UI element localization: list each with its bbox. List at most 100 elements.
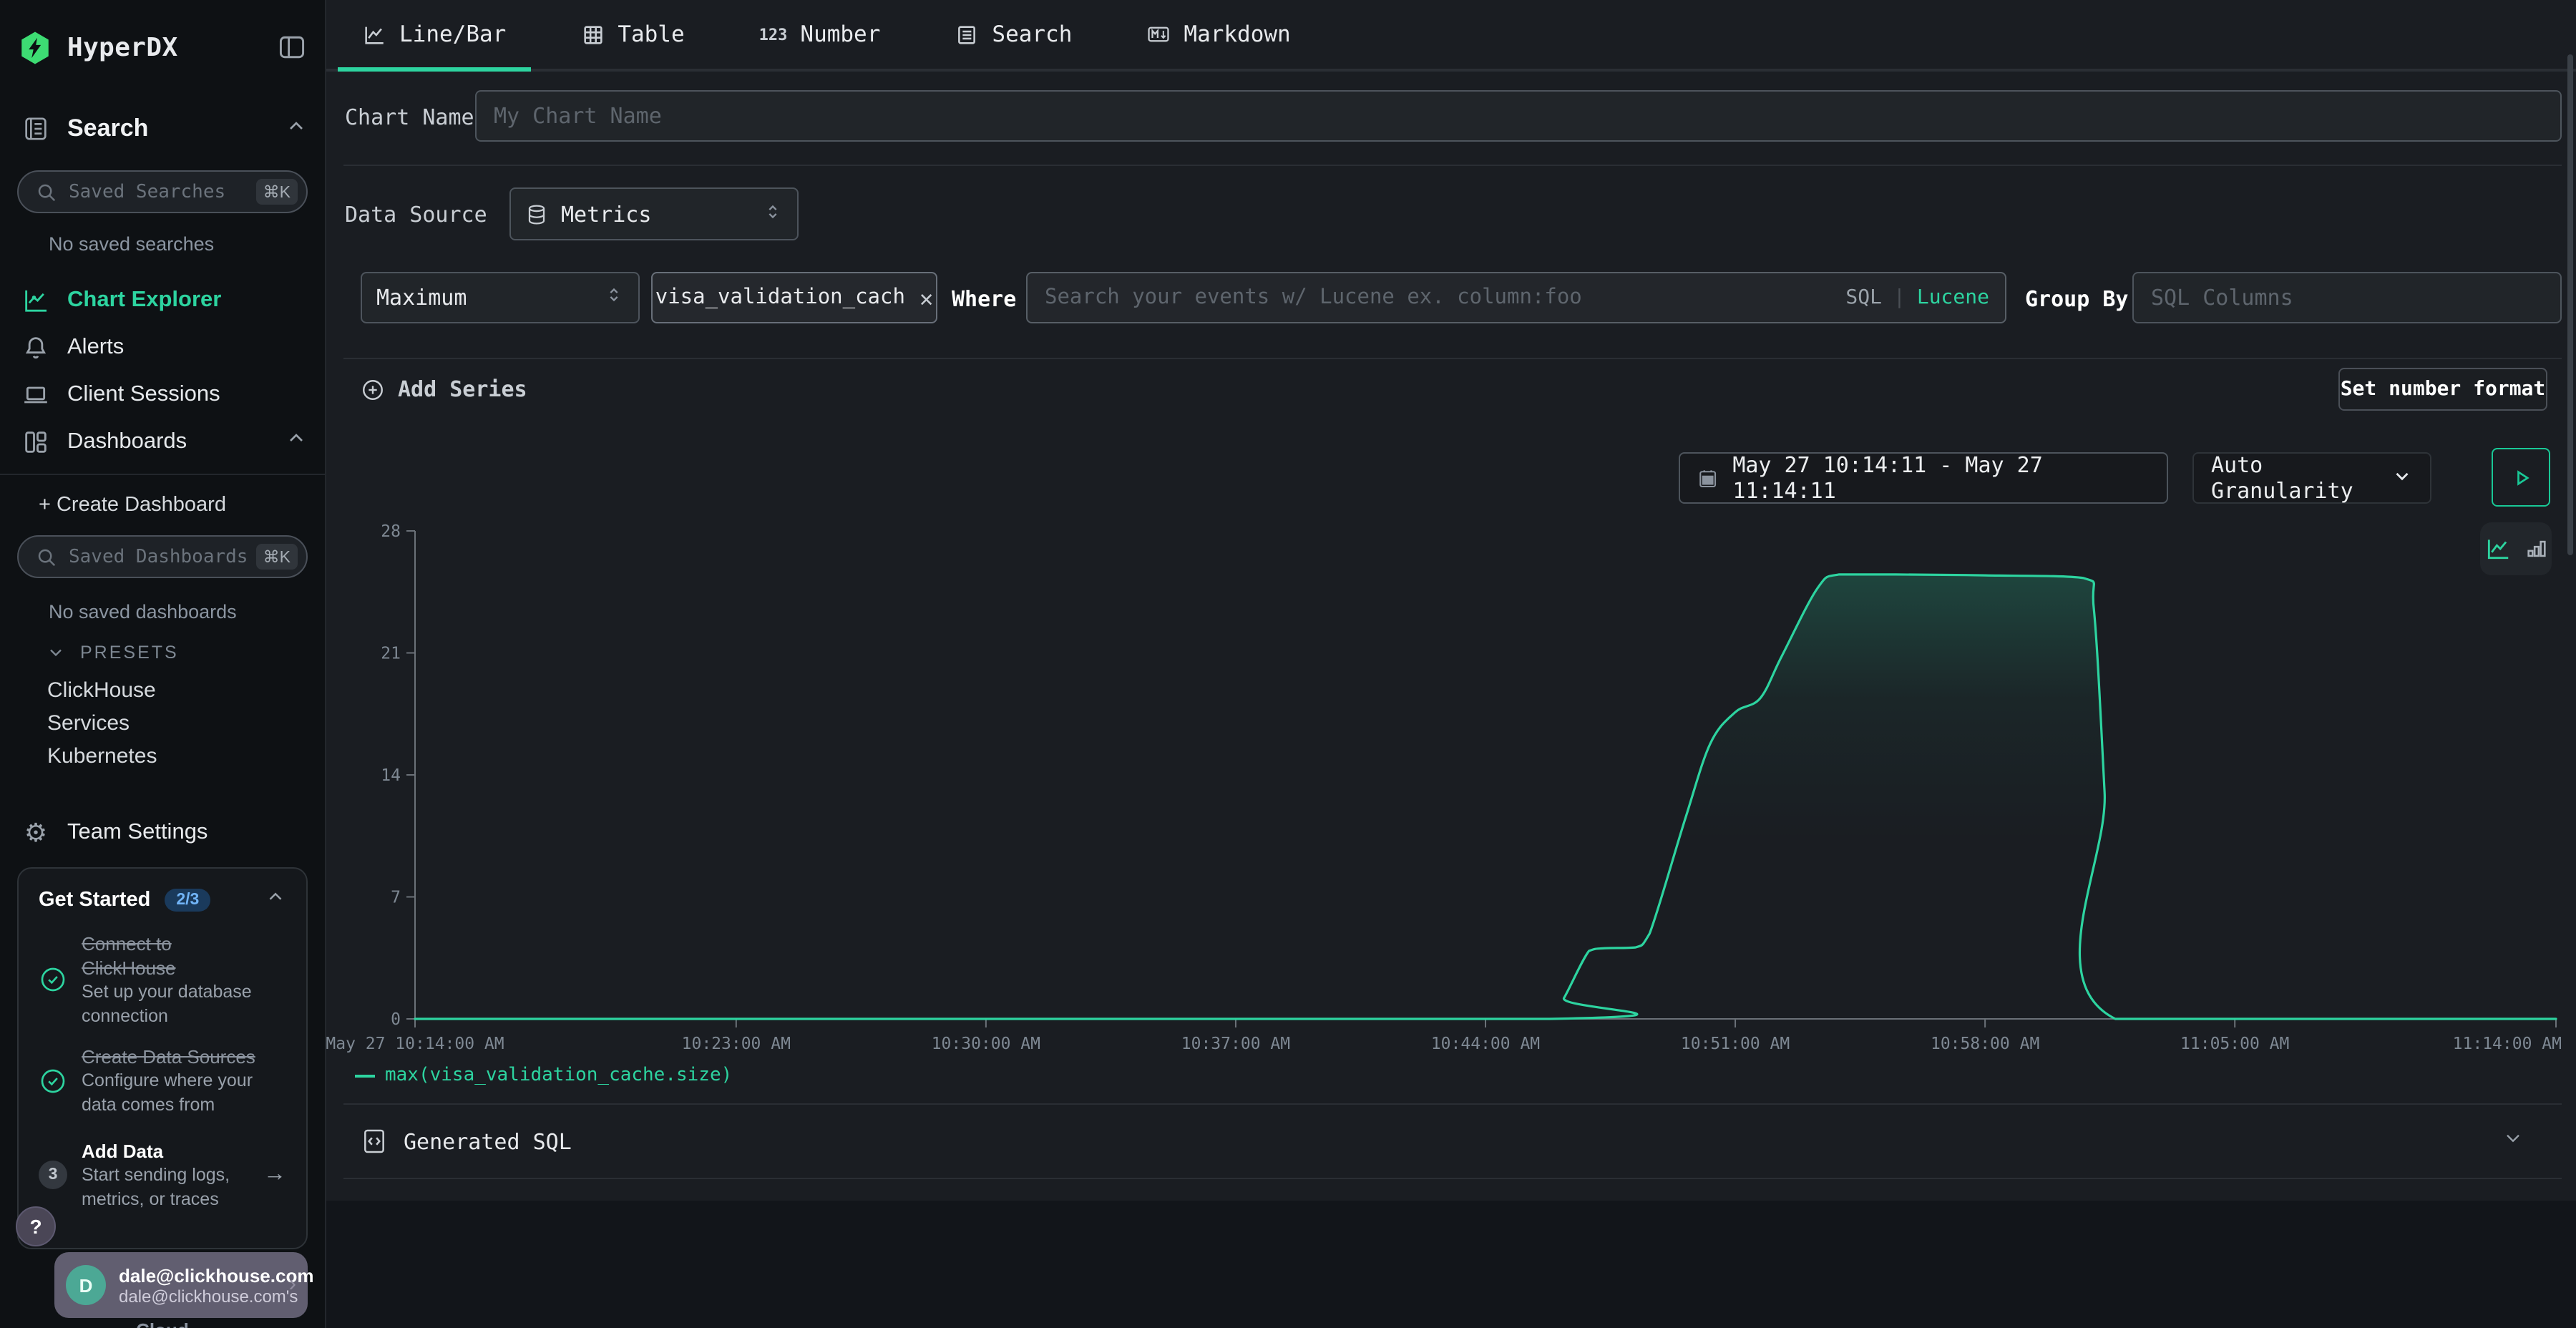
sidebar-item-team-settings[interactable]: ⚙ Team Settings [21,814,308,851]
metric-tag[interactable]: visa_validation_cach ✕ [651,272,937,323]
close-icon[interactable]: ✕ [919,284,933,311]
sidebar-nav: Chart Explorer Alerts Client Sessions Da… [0,276,325,465]
get-started-step-2[interactable]: Create Data Sources Configure where your… [39,1045,286,1116]
help-button[interactable]: ? [16,1206,56,1246]
saved-searches-placeholder: Saved Searches [69,181,256,202]
language-separator: | [1893,286,1906,309]
list-icon [955,22,979,47]
sidebar-item-client-sessions[interactable]: Client Sessions [0,371,325,418]
tab-line-bar[interactable]: Line/Bar [338,0,530,69]
hyperdx-logo-icon [17,29,53,65]
chevron-down-icon [46,643,66,663]
laptop-icon [21,380,50,409]
date-range-picker[interactable]: May 27 10:14:11 - May 27 11:14:11 [1679,452,2168,504]
group-by-input[interactable] [2132,272,2562,323]
step-title: Connect to ClickHouse [82,932,265,980]
legend-line-swatch [355,1074,375,1077]
svg-text:May 27 10:14:00 AM: May 27 10:14:00 AM [326,1035,504,1053]
sidebar-item-chart-explorer[interactable]: Chart Explorer [0,276,325,323]
date-range-value: May 27 10:14:11 - May 27 11:14:11 [1732,452,2150,504]
sql-mode-button[interactable]: SQL [1845,286,1882,309]
set-number-format-button[interactable]: Set number format [2338,368,2547,411]
tab-markdown[interactable]: Markdown [1122,0,1314,69]
tab-label: Markdown [1184,21,1290,47]
query-language-toggle: SQL | Lucene [1845,272,1989,323]
line-chart-icon [362,22,386,47]
code-icon [361,1126,388,1156]
tab-label: Number [800,21,880,47]
main-content: Line/Bar Table 123 Number Search [326,0,2576,1328]
chevron-up-icon[interactable] [265,886,286,914]
svg-text:10:44:00 AM: 10:44:00 AM [1431,1035,1540,1053]
get-started-step-3[interactable]: 3 Add Data Start sending logs, metrics, … [39,1139,286,1211]
add-series-button[interactable]: Add Series [361,369,527,409]
nav-label: Dashboards [67,429,187,454]
granularity-value: Auto Granularity [2211,452,2391,504]
run-query-button[interactable] [2492,448,2550,507]
sidebar-item-preset-services[interactable]: Services [47,707,325,740]
get-started-header[interactable]: Get Started 2/3 [39,886,286,914]
chart-name-input[interactable] [475,90,2562,142]
data-source-select[interactable]: Metrics [509,187,799,240]
user-profile-card[interactable]: D dale@clickhouse.com dale@clickhouse.co… [54,1252,308,1318]
chart-legend: max(visa_validation_cache.size) [355,1065,732,1086]
step-desc: Set up your database connection [82,980,265,1027]
sidebar-collapse-icon[interactable] [276,31,308,63]
generated-sql-label: Generated SQL [404,1128,572,1154]
saved-searches-input[interactable]: Saved Searches ⌘K [17,170,308,213]
tab-search[interactable]: Search [930,0,1096,69]
metric-tag-label: visa_validation_cach [655,286,905,309]
group-by-label: Group By [2025,286,2129,312]
where-label: Where [952,286,1016,312]
kbd-shortcut: ⌘K [256,544,298,570]
check-circle-icon [39,932,67,1027]
user-subtitle: dale@clickhouse.com's [119,1286,288,1306]
sidebar-item-alerts[interactable]: Alerts [0,323,325,371]
search-section-label: Search [67,114,148,143]
sidebar-section-search[interactable]: Search [21,112,308,146]
chart-svg[interactable]: 07142128May 27 10:14:00 AM10:23:00 AM10:… [355,522,2576,1055]
chevron-up-icon[interactable] [285,114,308,144]
aggregation-select[interactable]: Maximum [361,272,640,323]
sidebar-item-preset-clickhouse[interactable]: ClickHouse [47,674,325,707]
sidebar-item-dashboards[interactable]: Dashboards [0,418,325,465]
svg-text:11:05:00 AM: 11:05:00 AM [2180,1035,2289,1053]
tab-number[interactable]: 123 Number [735,0,905,69]
user-email: dale@clickhouse.com [119,1264,288,1286]
avatar: D [66,1265,106,1305]
legend-label: max(visa_validation_cache.size) [385,1065,732,1086]
number-123-icon: 123 [759,25,788,44]
create-dashboard-button[interactable]: + Create Dashboard [39,487,325,524]
team-settings-label: Team Settings [67,820,208,846]
svg-text:11:14:00 AM: 11:14:00 AM [2453,1035,2562,1053]
step-title: Add Data [82,1139,263,1163]
saved-dashboards-input[interactable]: Saved Dashboards ⌘K [17,535,308,578]
lucene-mode-button[interactable]: Lucene [1917,286,1989,309]
select-chevrons-icon [763,201,783,227]
sidebar-item-preset-kubernetes[interactable]: Kubernetes [47,740,325,773]
get-started-title: Get Started [39,889,150,912]
granularity-select[interactable]: Auto Granularity [2192,452,2431,504]
presets-toggle[interactable]: PRESETS [46,643,325,663]
bottom-strip [326,1201,2576,1328]
gear-icon: ⚙ [21,818,50,848]
saved-dashboards-placeholder: Saved Dashboards [69,546,256,567]
chevron-down-icon[interactable] [2502,1126,2524,1156]
plus-circle-icon [361,377,385,401]
chevron-up-icon[interactable] [285,426,308,456]
sidebar-divider [0,474,325,475]
generated-sql-expander[interactable]: Generated SQL [343,1105,2562,1178]
no-saved-dashboards-note: No saved dashboards [49,601,325,622]
tab-table[interactable]: Table [556,0,708,69]
get-started-step-1[interactable]: Connect to ClickHouse Set up your databa… [39,932,286,1027]
scrollbar-thumb[interactable] [2567,54,2573,555]
where-search-box: SQL | Lucene [1026,272,2006,323]
table-icon [580,22,605,47]
data-source-label: Data Source [345,202,487,228]
logo-row: HyperDX [17,21,308,73]
bell-icon [21,333,50,361]
play-icon [2508,464,2534,490]
nav-label: Alerts [67,334,124,360]
svg-text:10:37:00 AM: 10:37:00 AM [1181,1035,1290,1053]
svg-text:10:30:00 AM: 10:30:00 AM [932,1035,1040,1053]
